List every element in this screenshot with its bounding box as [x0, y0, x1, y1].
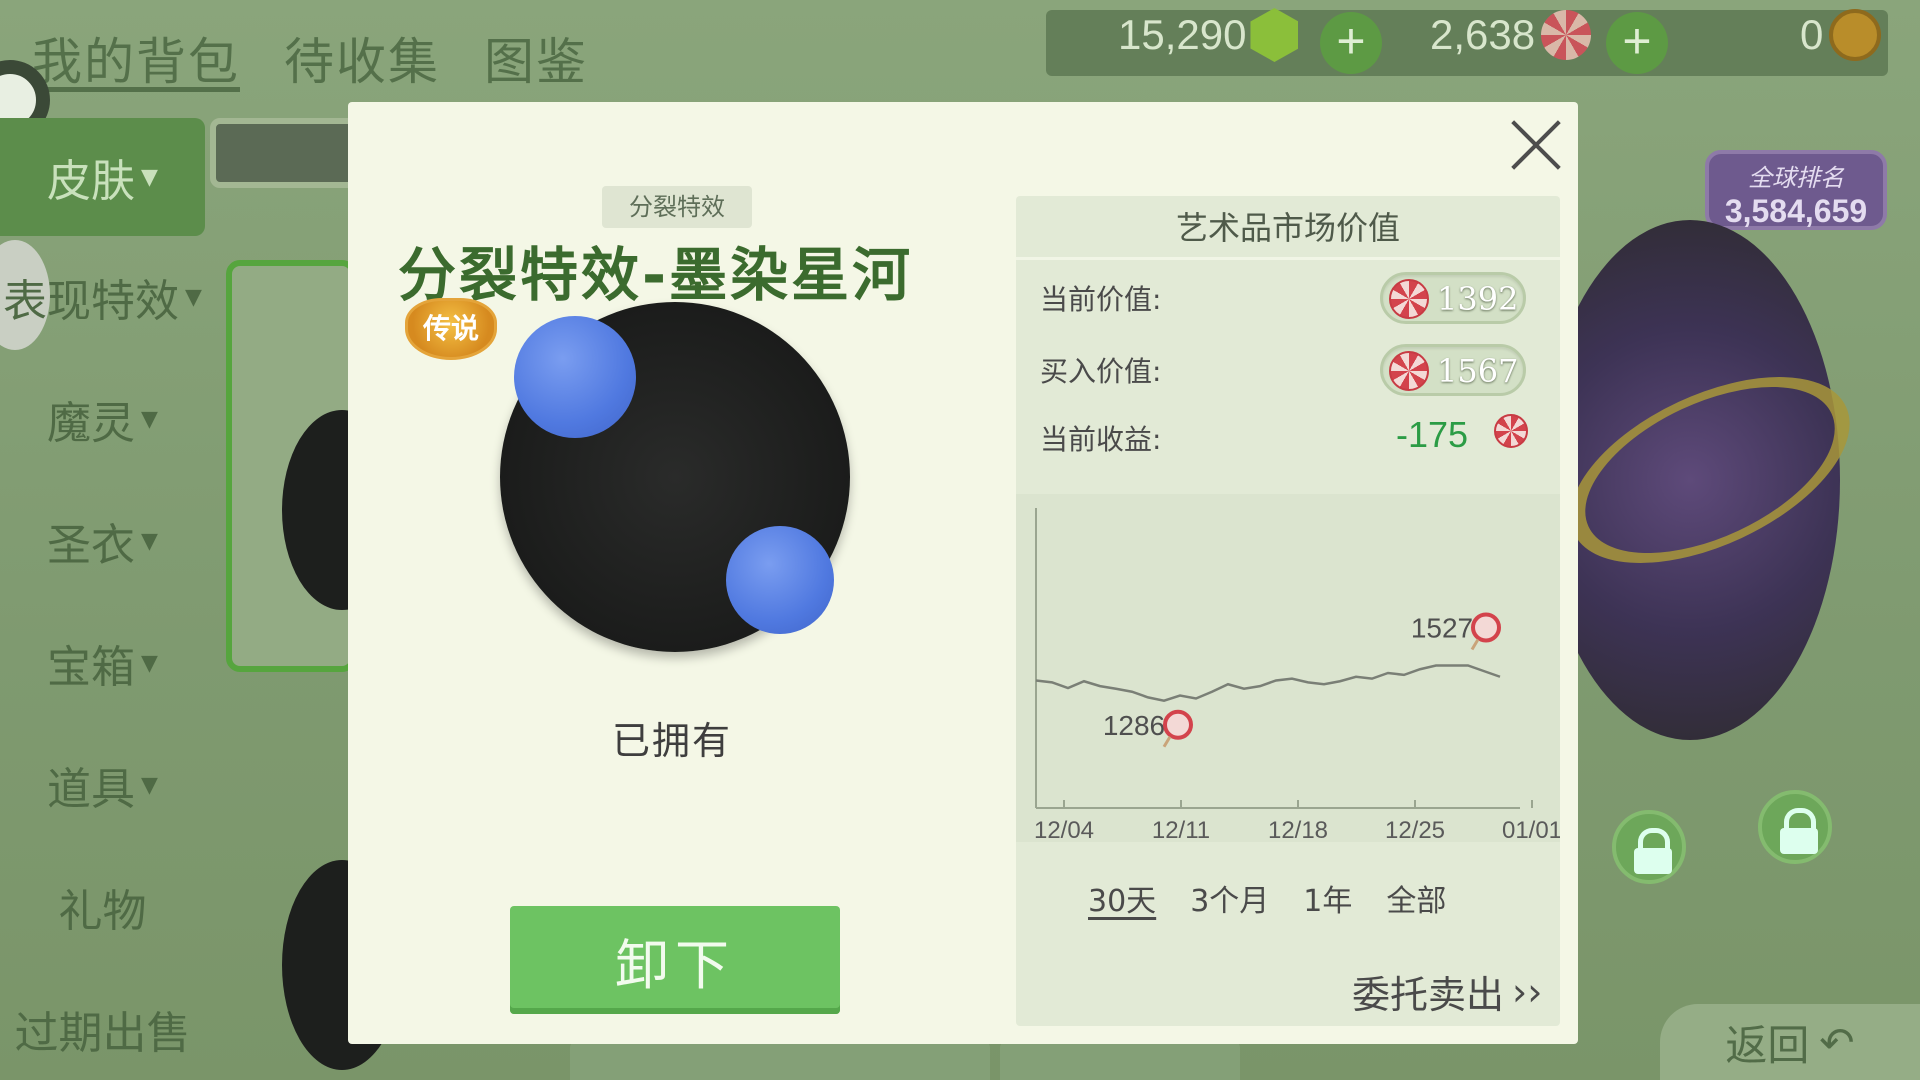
- add-gems-button[interactable]: +: [1320, 12, 1382, 74]
- inventory-card[interactable]: [1000, 1040, 1240, 1080]
- chevron-down-icon: ▼: [141, 528, 158, 554]
- ranking-title: 全球排名: [1748, 164, 1844, 192]
- market-title: 艺术品市场价值: [1016, 196, 1560, 260]
- item-type-tag: 分裂特效: [602, 186, 752, 228]
- tab-to-collect[interactable]: 待收集: [284, 22, 440, 94]
- category-sidebar: 皮肤 ▼ 表现特效 ▼ 魔灵 ▼ 圣衣 ▼ 宝箱 ▼ 道具 ▼ 礼物 过期出售: [0, 118, 205, 1080]
- coin-icon: [1829, 9, 1882, 61]
- effect-preview: [500, 302, 850, 652]
- ranking-value: 3,584,659: [1724, 193, 1868, 229]
- gem-count: 15,290: [1118, 11, 1247, 58]
- tab-my-bag[interactable]: 我的背包: [32, 22, 240, 94]
- range-tab-3m[interactable]: 3个月: [1190, 876, 1269, 920]
- legendary-rarity-badge: 传说: [405, 298, 497, 360]
- price-series-line: [1035, 664, 1501, 703]
- sidebar-item-effects[interactable]: 表现特效 ▼: [0, 236, 205, 358]
- top-nav: 我的背包 待收集 图鉴: [32, 22, 588, 94]
- global-ranking-badge[interactable]: 全球排名 3,584,659: [1705, 150, 1887, 230]
- buy-value-pill: 1567: [1380, 344, 1526, 396]
- price-chart-svg: 12/04 12/11 12/18 12/25 01/01 1286 1527: [1034, 508, 1560, 842]
- lock-icon[interactable]: [1612, 810, 1686, 884]
- chevron-down-icon: ▼: [141, 650, 158, 676]
- add-candy-button[interactable]: +: [1606, 12, 1668, 74]
- current-value-pill: 1392: [1380, 272, 1526, 324]
- return-arrow-icon: ↶: [1819, 1017, 1855, 1067]
- gem-icon: [1250, 8, 1299, 62]
- buy-value-label: 买入价值:: [1040, 355, 1162, 388]
- lollipop-icon: [1389, 351, 1429, 391]
- candy-counter: 2,638: [1430, 10, 1592, 60]
- chevron-down-icon: ▼: [141, 772, 158, 798]
- buy-value: 1567: [1437, 352, 1519, 390]
- lollipop-icon: [1541, 10, 1592, 60]
- x-tick-label: 12/11: [1152, 817, 1210, 842]
- range-tab-1y[interactable]: 1年: [1303, 876, 1352, 920]
- sidebar-item-props[interactable]: 道具 ▼: [0, 724, 205, 846]
- data-label: 1527: [1411, 613, 1473, 644]
- range-tabs: 30天 3个月 1年 全部: [1088, 876, 1446, 920]
- x-tick-label: 01/01: [1502, 817, 1560, 842]
- lollipop-icon: [1389, 279, 1429, 319]
- blue-orb: [726, 526, 834, 634]
- profit-label: 当前收益:: [1040, 423, 1162, 456]
- search-bar[interactable]: [210, 118, 360, 188]
- sidebar-item-armor[interactable]: 圣衣 ▼: [0, 480, 205, 602]
- coin-count: 0: [1800, 11, 1824, 58]
- lollipop-icon: [1494, 414, 1528, 448]
- close-icon[interactable]: [1510, 118, 1562, 170]
- range-tab-30d[interactable]: 30天: [1088, 876, 1156, 920]
- inventory-card[interactable]: [570, 1040, 990, 1080]
- current-value-label: 当前价值:: [1040, 283, 1162, 316]
- unequip-button[interactable]: 卸下: [510, 906, 840, 1014]
- lollipop-icon: [1163, 709, 1193, 740]
- double-chevron-right-icon: ››: [1512, 969, 1543, 1014]
- owned-status: 已拥有: [612, 719, 733, 763]
- lock-icon[interactable]: [1758, 790, 1832, 864]
- sidebar-item-expired-sale[interactable]: 过期出售: [0, 968, 205, 1080]
- lollipop-icon: [1471, 612, 1501, 643]
- sidebar-item-skin[interactable]: 皮肤 ▼: [0, 118, 205, 236]
- chevron-down-icon: ▼: [185, 284, 202, 310]
- chevron-down-icon: ▼: [141, 406, 158, 432]
- x-tick-label: 12/25: [1385, 817, 1445, 842]
- gem-counter: 15,290: [1118, 8, 1299, 62]
- tab-collection[interactable]: 图鉴: [484, 22, 588, 94]
- chevron-down-icon: ▼: [141, 164, 158, 190]
- data-label: 1286: [1103, 710, 1165, 741]
- back-button[interactable]: 返回 ↶: [1660, 1004, 1920, 1080]
- x-tick-label: 12/04: [1034, 817, 1094, 842]
- price-history-chart: 12/04 12/11 12/18 12/25 01/01 1286 1527: [1016, 494, 1560, 842]
- profit-value: -175: [1396, 414, 1469, 455]
- candy-count: 2,638: [1430, 11, 1536, 58]
- current-value: 1392: [1437, 280, 1519, 318]
- sidebar-item-spirits[interactable]: 魔灵 ▼: [0, 358, 205, 480]
- consign-sell-button[interactable]: 委托卖出 ››: [1352, 964, 1542, 1019]
- sidebar-item-gifts[interactable]: 礼物: [0, 846, 205, 968]
- range-tab-all[interactable]: 全部: [1386, 876, 1446, 920]
- sidebar-item-chests[interactable]: 宝箱 ▼: [0, 602, 205, 724]
- x-tick-label: 12/18: [1268, 817, 1328, 842]
- blue-orb: [514, 316, 636, 438]
- coin-counter: 0: [1800, 9, 1882, 61]
